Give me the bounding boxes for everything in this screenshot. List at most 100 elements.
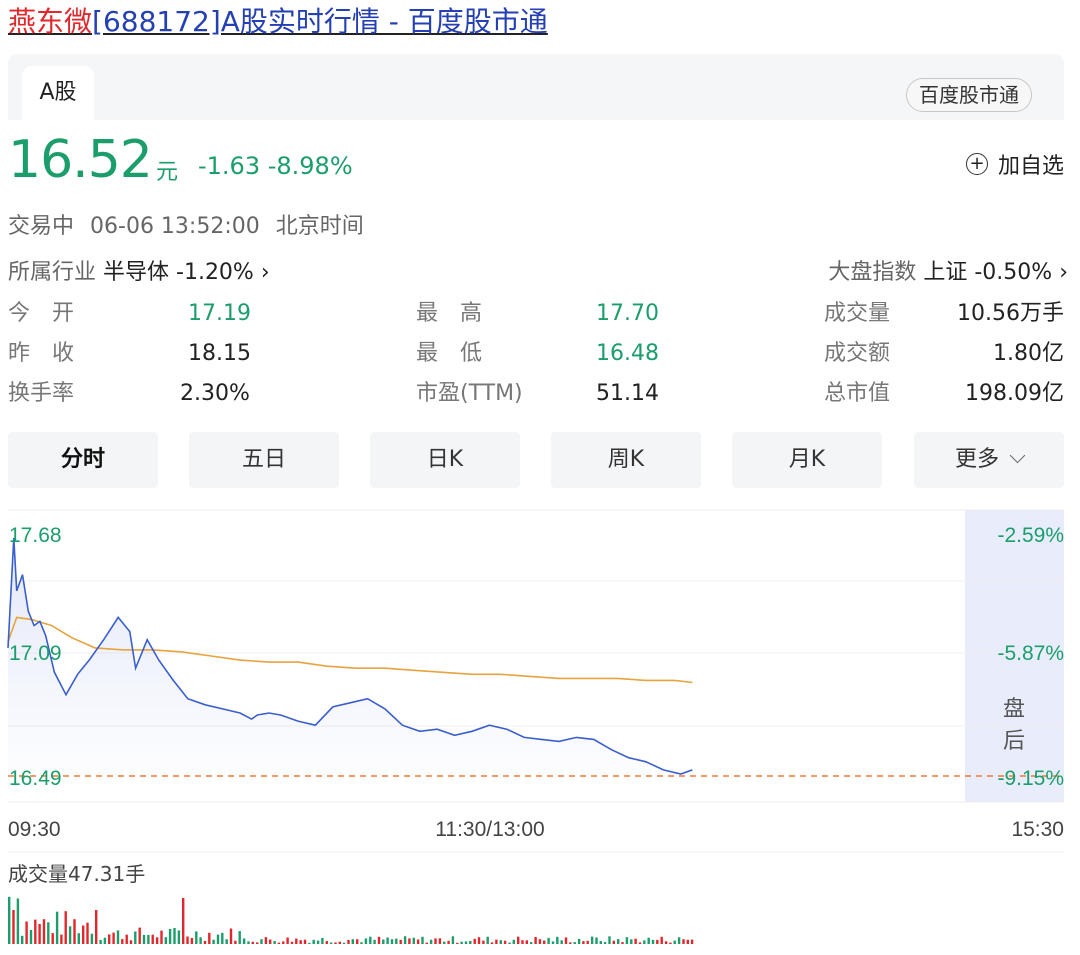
tab-daily-k[interactable]: 日K — [370, 432, 520, 488]
volume-bar — [543, 940, 546, 944]
volume-bar — [447, 940, 450, 944]
volume-bar — [29, 930, 33, 944]
y-tick-right-mid: -5.87% — [997, 642, 1064, 665]
period-selector: 分时 五日 日K 周K 月K 更多 — [8, 432, 1064, 488]
x-tick-close: 15:30 — [1011, 818, 1064, 841]
tab-a-share[interactable]: A股 — [22, 66, 94, 120]
volume-bar — [312, 939, 315, 944]
volume-bar — [216, 934, 220, 944]
volume-bar — [460, 941, 463, 944]
volume-bar — [421, 936, 424, 944]
stat-label-low: 最 低 — [416, 341, 483, 366]
volume-bar — [490, 942, 494, 944]
volume-bar — [660, 936, 663, 944]
volume-bar — [412, 937, 415, 944]
chevron-down-icon — [1009, 447, 1026, 464]
volume-bar — [603, 942, 607, 944]
volume-bar — [203, 940, 207, 944]
stat-label-market-cap: 总市值 — [824, 381, 891, 406]
volume-bar — [634, 938, 637, 944]
status-timezone: 北京时间 — [275, 214, 364, 239]
volume-bar — [208, 932, 211, 944]
x-tick-open: 09:30 — [8, 818, 61, 841]
volume-bar — [364, 938, 368, 944]
volume-bar — [112, 932, 115, 944]
volume-bar — [617, 939, 620, 944]
volume-bar — [647, 937, 650, 944]
volume-bar — [351, 939, 354, 944]
volume-bar — [21, 935, 24, 944]
volume-bar — [590, 936, 594, 944]
volume-bar — [656, 939, 659, 944]
volume-bar — [229, 928, 233, 944]
volume-bar — [8, 896, 11, 944]
volume-bar — [386, 937, 389, 944]
volume-bar — [64, 911, 67, 944]
volume-bar — [438, 938, 442, 944]
volume-bar — [95, 910, 98, 944]
industry-link[interactable]: 所属行业 半导体 -1.20% › — [8, 254, 270, 286]
market-index-link[interactable]: 大盘指数 上证 -0.50% › — [828, 254, 1068, 286]
volume-bar — [16, 898, 20, 944]
volume-bar — [129, 940, 133, 944]
stat-label-prev-close: 昨 收 — [8, 341, 75, 366]
volume-bar — [160, 930, 163, 944]
page-title-link[interactable]: 燕东微[688172]A股实时行情 - 百度股市通 — [8, 0, 548, 44]
volume-bar — [564, 937, 568, 944]
volume-bar — [190, 938, 194, 944]
volume-bar — [251, 941, 254, 944]
volume-bar — [38, 924, 41, 944]
volume-bar — [399, 939, 402, 944]
volume-bar — [329, 942, 333, 944]
industry-value: 半导体 -1.20% › — [103, 260, 270, 285]
volume-bar — [612, 940, 615, 944]
tab-intraday[interactable]: 分时 — [8, 432, 158, 488]
volume-bar — [42, 919, 46, 944]
add-watchlist-button[interactable]: + 加自选 — [965, 148, 1064, 180]
volume-bar — [560, 940, 563, 944]
tab-monthly-k[interactable]: 月K — [732, 432, 882, 488]
price-unit: 元 — [156, 160, 179, 185]
volume-bar — [599, 941, 602, 944]
volume-bar — [99, 939, 102, 944]
volume-bar — [390, 939, 394, 944]
stat-label-turnover-amount: 成交额 — [824, 341, 891, 366]
volume-bar — [168, 929, 172, 944]
index-value: 上证 -0.50% › — [923, 260, 1068, 285]
volume-bar — [473, 938, 476, 944]
volume-bar — [573, 942, 576, 944]
volume-bar — [155, 937, 159, 944]
volume-bar — [630, 939, 633, 944]
intraday-chart[interactable]: 17.68 17.09 16.49 -2.59% -5.87% -9.15% 盘… — [0, 498, 1080, 948]
volume-bar — [277, 942, 281, 944]
add-watchlist-label: 加自选 — [997, 154, 1064, 179]
tab-more[interactable]: 更多 — [914, 432, 1064, 488]
volume-bar — [495, 939, 498, 944]
volume-bar — [482, 940, 485, 944]
volume-bar — [373, 939, 376, 944]
volume-bar — [273, 941, 276, 944]
plus-circle-icon: + — [965, 153, 988, 175]
volume-bar — [530, 942, 533, 944]
stat-label-open: 今 开 — [8, 301, 75, 326]
volume-bar — [299, 940, 302, 944]
brand-chip[interactable]: 百度股市通 — [906, 78, 1032, 112]
stat-label-volume: 成交量 — [824, 301, 891, 326]
volume-bar — [116, 930, 120, 944]
volume-bar — [295, 938, 298, 944]
tab-weekly-k[interactable]: 周K — [551, 432, 701, 488]
volume-bar — [238, 931, 241, 944]
volume-bar — [347, 939, 350, 944]
volume-bar — [260, 939, 263, 944]
volume-bar — [638, 942, 642, 944]
volume-bar — [469, 940, 472, 944]
volume-bar — [360, 942, 363, 944]
volume-bar — [395, 938, 398, 944]
volume-bar — [486, 936, 489, 944]
volume-bar — [625, 937, 629, 944]
volume-bar — [551, 941, 555, 944]
volume-bar — [282, 941, 285, 944]
volume-bar — [325, 941, 328, 944]
volume-bar — [164, 937, 167, 944]
tab-five-day[interactable]: 五日 — [189, 432, 339, 488]
